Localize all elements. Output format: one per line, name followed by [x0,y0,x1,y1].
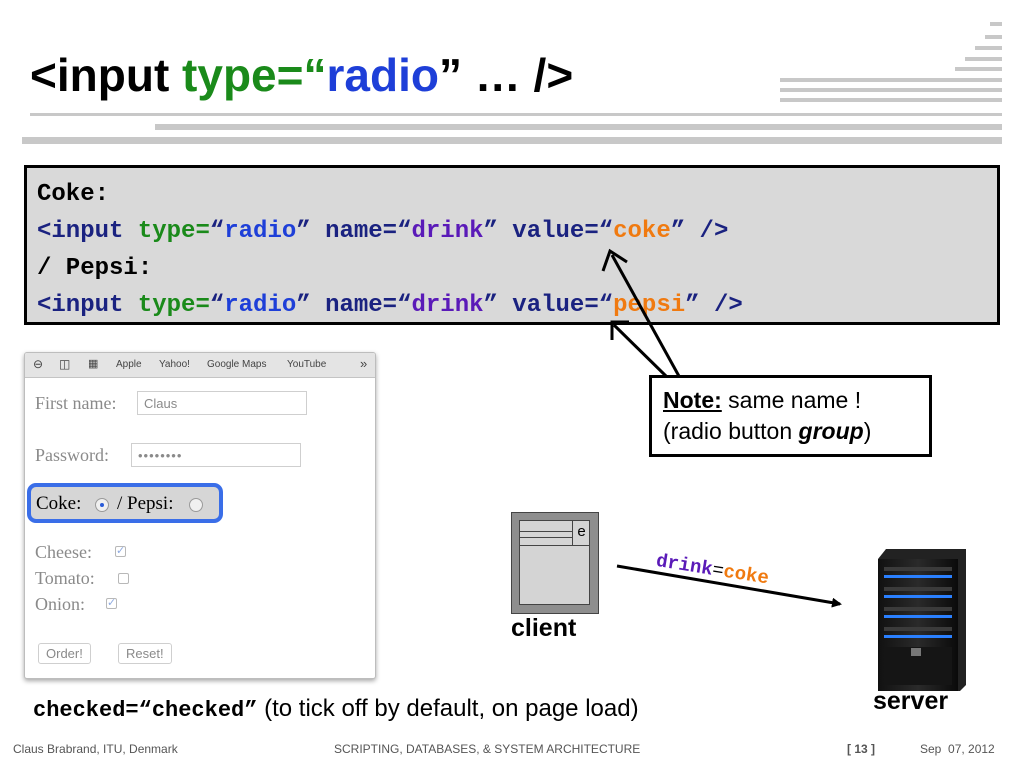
checked-note-text: (to tick off by default, on page load) [257,695,639,722]
note-text: (radio button [663,418,799,444]
footer-date: Sep 07, 2012 [920,742,995,756]
client-label: client [511,614,577,642]
footer-course: SCRIPTING, DATABASES, & SYSTEM ARCHITECT… [334,742,641,756]
note-italic: group [798,418,864,444]
client-e-label: e [572,521,590,545]
note-text: ) [863,418,872,444]
footer-author: Claus Brabrand, ITU, Denmark [13,742,178,756]
checked-note: checked=“checked” (to tick off by defaul… [33,695,639,723]
note-line-2: (radio button group) [663,416,918,447]
server-label: server [873,687,949,715]
client-computer-icon: e [511,512,599,614]
note-bold: Note: [663,387,722,413]
footer-page: [ 13 ] [847,742,876,756]
checked-attr-code: checked=“checked” [33,698,258,723]
note-arrow-2 [610,320,670,380]
server-icon [878,549,966,691]
note-box: Note: same name ! (radio button group) [649,375,932,457]
note-text: same name ! [721,387,862,413]
note-line-1: Note: same name ! [663,385,918,416]
note-arrow-1 [601,248,682,379]
